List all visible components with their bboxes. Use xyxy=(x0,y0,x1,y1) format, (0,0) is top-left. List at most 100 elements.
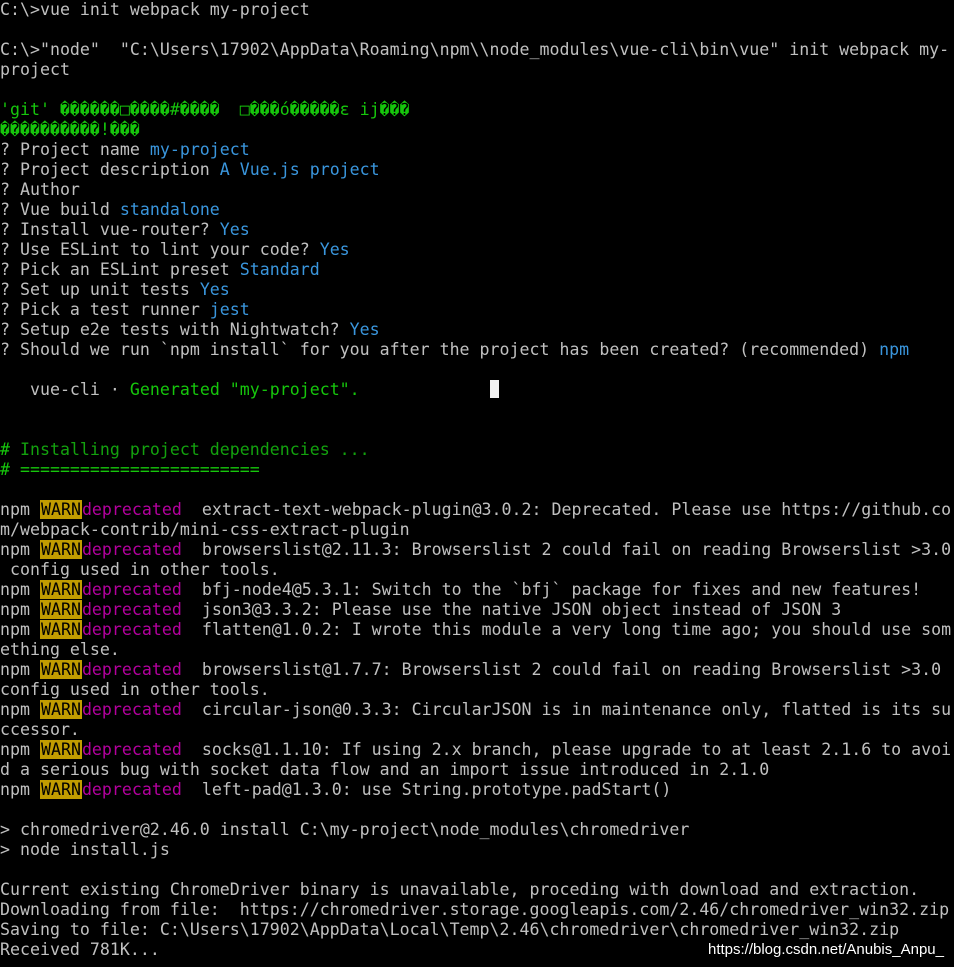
npm-warn-line: npm WARNdeprecated extract-text-webpack-… xyxy=(0,500,954,520)
npm-warn-continuation: config used in other tools. xyxy=(0,680,270,699)
warn-message: browserslist@1.7.7: Browserslist 2 could… xyxy=(191,660,942,679)
warn-badge: WARN xyxy=(39,540,82,559)
answer-text: Yes xyxy=(219,220,250,239)
hash-mark: # xyxy=(0,440,10,459)
question-text: ? Install vue-router? xyxy=(0,220,220,239)
bullet-icon: · xyxy=(99,380,130,399)
question-text: ? Vue build xyxy=(0,200,120,219)
answer-text: Yes xyxy=(349,320,380,339)
question-text: ? Setup e2e tests with Nightwatch? xyxy=(0,320,350,339)
npm-warn-continuation: m/webpack-contrib/mini-css-extract-plugi… xyxy=(0,520,410,539)
npm-warn-continuation: config used in other tools. xyxy=(0,560,280,579)
answer-text: my-project xyxy=(149,140,250,159)
warn-message: bfj-node4@5.3.1: Switch to the `bfj` pac… xyxy=(191,580,922,599)
prompt-command: C:\>vue init webpack my-project xyxy=(0,0,310,19)
garbled-message: 'git' ������□����#���� □���ó�����ɛ ij��� xyxy=(0,100,410,119)
warn-message: flatten@1.0.2: I wrote this module a ver… xyxy=(191,620,952,639)
question-line: ? Author xyxy=(0,180,954,200)
warn-message: circular-json@0.3.3: CircularJSON is in … xyxy=(191,700,952,719)
warn-message: extract-text-webpack-plugin@3.0.2: Depre… xyxy=(191,500,952,519)
warn-message: json3@3.3.2: Please use the native JSON … xyxy=(191,600,842,619)
question-text: ? Pick an ESLint preset xyxy=(0,260,240,279)
question-text: ? Author xyxy=(0,180,80,199)
text-cursor xyxy=(489,380,499,398)
question-text: ? Should we run `npm install` for you af… xyxy=(0,340,880,359)
chromedriver-install: > chromedriver@2.46.0 install C:\my-proj… xyxy=(0,820,690,839)
watermark-url: https://blog.csdn.net/Anubis_Anpu_ xyxy=(705,939,946,961)
npm-warn-line: npm WARNdeprecated bfj-node4@5.3.1: Swit… xyxy=(0,580,954,600)
deprecated-label: deprecated xyxy=(81,620,182,639)
question-line: ? Set up unit tests Yes xyxy=(0,280,954,300)
question-line: ? Vue build standalone xyxy=(0,200,954,220)
npm-warn-line: npm WARNdeprecated json3@3.3.2: Please u… xyxy=(0,600,954,620)
warn-badge: WARN xyxy=(39,740,82,759)
terminal-window[interactable]: C:\>vue init webpack my-project C:\>"nod… xyxy=(0,0,954,967)
answer-text: Yes xyxy=(319,240,350,259)
npm-prefix: npm xyxy=(0,500,40,519)
warn-badge: WARN xyxy=(39,600,82,619)
deprecated-label: deprecated xyxy=(81,600,182,619)
output-line: Current existing ChromeDriver binary is … xyxy=(0,880,920,899)
npm-prefix: npm xyxy=(0,580,40,599)
deprecated-label: deprecated xyxy=(81,540,182,559)
question-text: ? Project name xyxy=(0,140,150,159)
deprecated-label: deprecated xyxy=(81,500,182,519)
question-list: ? Project name my-project ? Project desc… xyxy=(0,140,954,360)
install-heading: # Installing project dependencies ... xyxy=(0,440,954,460)
question-line: ? Install vue-router? Yes xyxy=(0,220,954,240)
npm-prefix: npm xyxy=(0,740,40,759)
npm-warn-continuation: d a serious bug with socket data flow an… xyxy=(0,760,770,779)
npm-warn-line: npm WARNdeprecated browserslist@1.7.7: B… xyxy=(0,660,954,680)
npm-warn-line: npm WARNdeprecated circular-json@0.3.3: … xyxy=(0,700,954,720)
deprecated-label: deprecated xyxy=(81,700,182,719)
deprecated-label: deprecated xyxy=(81,740,182,759)
deprecated-label: deprecated xyxy=(81,660,182,679)
warn-badge: WARN xyxy=(39,700,82,719)
question-line: ? Use ESLint to lint your code? Yes xyxy=(0,240,954,260)
vue-cli-label: vue-cli xyxy=(0,380,100,399)
question-line: ? Project name my-project xyxy=(0,140,954,160)
npm-prefix: npm xyxy=(0,620,40,639)
question-text: ? Pick a test runner xyxy=(0,300,210,319)
warn-badge: WARN xyxy=(39,660,82,679)
warn-badge: WARN xyxy=(39,620,82,639)
question-line: ? Setup e2e tests with Nightwatch? Yes xyxy=(0,320,954,340)
deprecated-label: deprecated xyxy=(81,580,182,599)
npm-prefix: npm xyxy=(0,540,40,559)
npm-warning-list: npm WARNdeprecated extract-text-webpack-… xyxy=(0,500,954,800)
warn-badge: WARN xyxy=(39,580,82,599)
answer-text: npm xyxy=(879,340,910,359)
question-text: ? Use ESLint to lint your code? xyxy=(0,240,320,259)
generated-text: Generated "my-project". xyxy=(129,380,360,399)
output-line: Saving to file: C:\Users\17902\AppData\L… xyxy=(0,920,900,939)
npm-warn-continuation: ccessor. xyxy=(0,720,80,739)
npm-warn-line: npm WARNdeprecated left-pad@1.3.0: use S… xyxy=(0,780,954,800)
install-divider: # ======================== xyxy=(0,460,260,479)
npm-warn-line: npm WARNdeprecated browserslist@2.11.3: … xyxy=(0,540,954,560)
answer-text: Yes xyxy=(199,280,230,299)
question-text: ? Set up unit tests xyxy=(0,280,200,299)
exec-line-cont: project xyxy=(0,60,70,79)
answer-text: A Vue.js project xyxy=(219,160,380,179)
question-line: ? Should we run `npm install` for you af… xyxy=(0,340,954,360)
npm-prefix: npm xyxy=(0,780,40,799)
question-line: ? Project description A Vue.js project xyxy=(0,160,954,180)
question-line: ? Pick an ESLint preset Standard xyxy=(0,260,954,280)
install-title: Installing project dependencies ... xyxy=(10,440,370,459)
warn-message: left-pad@1.3.0: use String.prototype.pad… xyxy=(191,780,672,799)
answer-text: jest xyxy=(209,300,250,319)
npm-prefix: npm xyxy=(0,700,40,719)
chromedriver-script: > node install.js xyxy=(0,840,170,859)
exec-line: C:\>"node" "C:\Users\17902\AppData\Roami… xyxy=(0,40,950,59)
npm-prefix: npm xyxy=(0,660,40,679)
npm-prefix: npm xyxy=(0,600,40,619)
warn-message: socks@1.1.10: If using 2.x branch, pleas… xyxy=(191,740,952,759)
npm-warn-continuation: ething else. xyxy=(0,640,120,659)
